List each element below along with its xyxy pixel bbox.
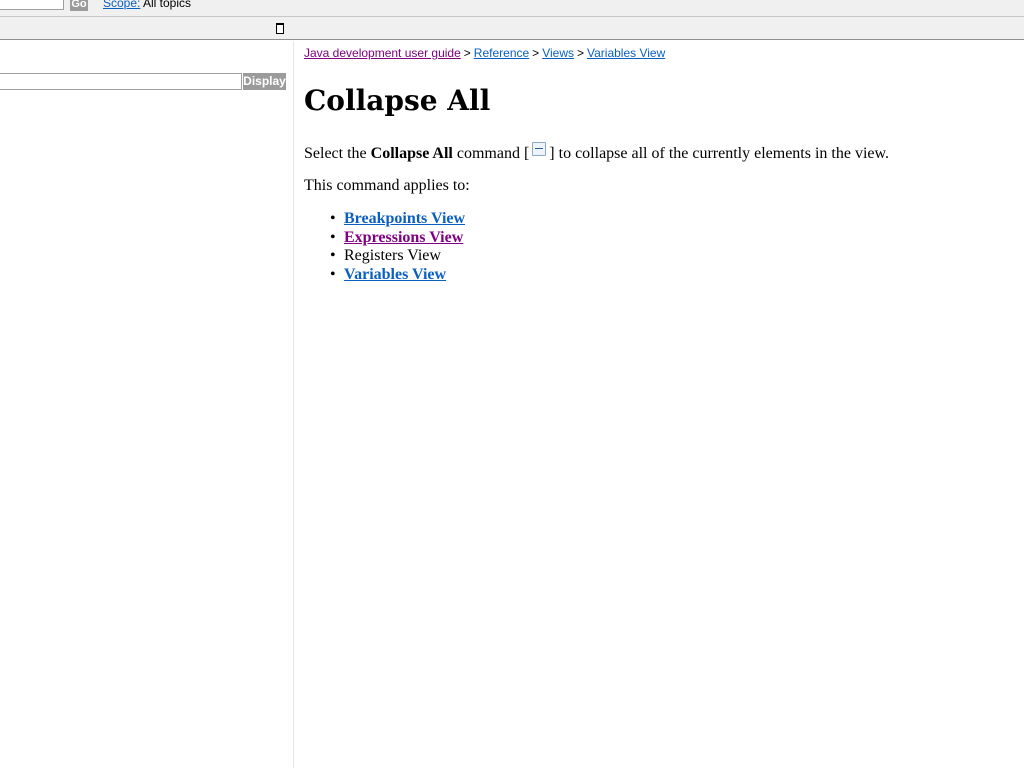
list-item: • Breakpoints View	[330, 210, 465, 229]
breadcrumb-separator: >	[576, 46, 584, 60]
collapse-all-icon	[532, 142, 547, 156]
breadcrumb-link-reference[interactable]: Reference	[474, 46, 529, 60]
breadcrumb-separator: >	[532, 46, 540, 60]
intro-paragraph: Select the Collapse All command [ ] to co…	[304, 142, 889, 163]
link-variables-view[interactable]: Variables View	[344, 266, 446, 283]
bullet: •	[330, 228, 336, 246]
search-input[interactable]	[0, 0, 64, 10]
applies-to-list: • Breakpoints View • Expressions View • Reg…	[330, 210, 465, 285]
list-item: • Variables View	[330, 266, 465, 285]
registers-view-text: Registers View	[344, 247, 441, 265]
applies-to-label: This command applies to:	[304, 177, 470, 194]
intro-text-after: ] to collapse all of the currently eleme…	[549, 145, 890, 162]
link-expressions-view[interactable]: Expressions View	[344, 229, 463, 246]
breadcrumb: Java development user guide > Reference > Vi…	[304, 46, 665, 60]
page-title: Collapse All	[304, 84, 491, 117]
breadcrumb-link-views[interactable]: Views	[542, 46, 574, 60]
display-button[interactable]: Display	[243, 73, 286, 90]
bullet: •	[330, 247, 336, 265]
intro-text-middle: command [	[452, 145, 530, 162]
breadcrumb-link-variables-view[interactable]: Variables View	[587, 46, 665, 60]
scope-value: All topics	[143, 0, 192, 10]
list-item: • Registers View	[330, 247, 465, 266]
index-input[interactable]	[0, 73, 242, 90]
go-button[interactable]: Go	[70, 0, 88, 11]
intro-command-name: Collapse All	[370, 145, 453, 162]
navigation-pane: Display :	[0, 41, 294, 768]
breadcrumb-separator: >	[463, 46, 471, 60]
link-breakpoints-view[interactable]: Breakpoints View	[344, 210, 465, 227]
list-item: • Expressions View	[330, 229, 465, 248]
intro-text-before: Select the	[304, 145, 371, 162]
scope-link[interactable]: Scope:	[103, 0, 140, 10]
bullet: •	[330, 266, 336, 284]
maximize-icon[interactable]	[275, 22, 285, 34]
bullet: •	[330, 210, 336, 227]
breadcrumb-link-java-guide[interactable]: Java development user guide	[304, 46, 461, 60]
pane-toolbar	[0, 16, 1024, 40]
search-bar: Go Scope: All topics	[0, 0, 1024, 16]
